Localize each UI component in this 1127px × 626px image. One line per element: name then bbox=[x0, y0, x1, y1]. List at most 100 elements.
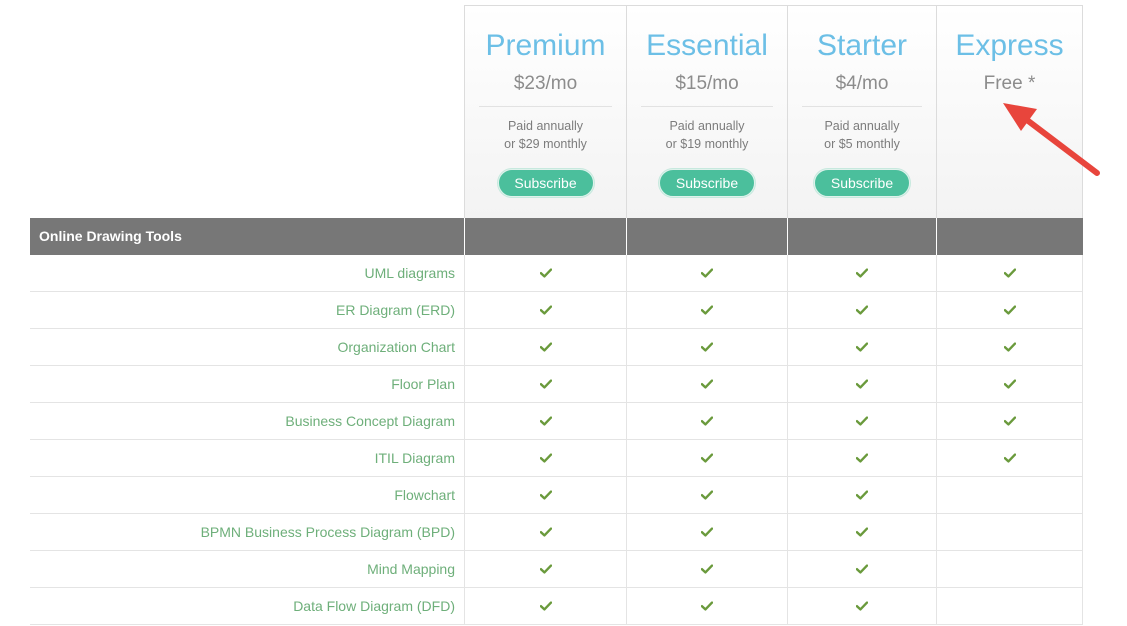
check-icon bbox=[1003, 416, 1016, 426]
feature-label[interactable]: Business Concept Diagram bbox=[30, 403, 455, 439]
check-icon bbox=[539, 490, 552, 500]
table-row: Mind Mapping bbox=[30, 551, 1083, 588]
feature-table: UML diagrams ER Diagram (ERD) Organization… bbox=[30, 255, 1083, 625]
divider bbox=[641, 106, 773, 107]
feature-cell bbox=[626, 551, 787, 587]
feature-label[interactable]: Flowchart bbox=[30, 477, 455, 513]
feature-cell bbox=[626, 440, 787, 476]
feature-cell bbox=[936, 403, 1083, 439]
plan-price: $4/mo bbox=[835, 73, 889, 94]
feature-cell bbox=[936, 551, 1083, 587]
feature-cell bbox=[787, 255, 936, 291]
plan-price: $23/mo bbox=[513, 73, 578, 94]
billing-note: Paid annually or $29 monthly bbox=[465, 117, 626, 153]
feature-cell bbox=[936, 477, 1083, 513]
feature-cell bbox=[626, 403, 787, 439]
pricing-comparison: Premium $23/mo Paid annually or $29 mont… bbox=[0, 0, 1127, 626]
divider bbox=[787, 218, 788, 255]
subscribe-button-starter[interactable]: Subscribe bbox=[814, 169, 910, 197]
divider bbox=[802, 106, 922, 107]
feature-cell bbox=[626, 292, 787, 328]
feature-cell bbox=[787, 477, 936, 513]
billing-note-line1: Paid annually bbox=[824, 119, 900, 133]
table-row: Data Flow Diagram (DFD) bbox=[30, 588, 1083, 625]
plan-name: Starter bbox=[816, 29, 908, 62]
feature-cell bbox=[936, 440, 1083, 476]
check-icon bbox=[539, 601, 552, 611]
plan-name: Essential bbox=[646, 29, 768, 62]
feature-cell bbox=[626, 514, 787, 550]
check-icon bbox=[856, 453, 868, 463]
feature-cell bbox=[787, 366, 936, 402]
feature-cell bbox=[787, 329, 936, 365]
plan-premium: Premium $23/mo Paid annually or $29 mont… bbox=[464, 5, 627, 218]
check-icon bbox=[856, 490, 868, 500]
feature-label[interactable]: Floor Plan bbox=[30, 366, 455, 402]
feature-label[interactable]: Organization Chart bbox=[30, 329, 455, 365]
check-icon bbox=[701, 379, 713, 389]
billing-note: Paid annually or $19 monthly bbox=[627, 117, 787, 153]
feature-label[interactable]: ITIL Diagram bbox=[30, 440, 455, 476]
feature-cell bbox=[626, 477, 787, 513]
table-row: Floor Plan bbox=[30, 366, 1083, 403]
feature-cell bbox=[787, 440, 936, 476]
feature-cell bbox=[936, 366, 1083, 402]
feature-label[interactable]: Mind Mapping bbox=[30, 551, 455, 587]
red-arrow-icon bbox=[1003, 103, 1100, 176]
feature-cell bbox=[936, 255, 1083, 291]
feature-cell bbox=[464, 329, 626, 365]
check-icon bbox=[539, 527, 552, 537]
divider bbox=[479, 106, 612, 107]
feature-label[interactable]: UML diagrams bbox=[30, 255, 455, 291]
divider bbox=[464, 218, 465, 255]
plan-price: Free * bbox=[983, 73, 1036, 94]
feature-cell bbox=[464, 292, 626, 328]
check-icon bbox=[539, 305, 552, 315]
check-icon bbox=[856, 601, 868, 611]
check-icon bbox=[539, 268, 552, 278]
check-icon bbox=[701, 490, 713, 500]
check-icon bbox=[539, 453, 552, 463]
table-row: UML diagrams bbox=[30, 255, 1083, 292]
feature-cell bbox=[626, 255, 787, 291]
feature-label[interactable]: BPMN Business Process Diagram (BPD) bbox=[30, 514, 455, 550]
check-icon bbox=[856, 527, 868, 537]
feature-cell bbox=[464, 514, 626, 550]
billing-note-line1: Paid annually bbox=[507, 119, 584, 133]
check-icon bbox=[701, 601, 713, 611]
feature-cell bbox=[936, 329, 1083, 365]
check-icon bbox=[856, 342, 868, 352]
subscribe-button-premium[interactable]: Subscribe bbox=[497, 169, 594, 197]
plan-starter: Starter $4/mo Paid annually or $5 monthl… bbox=[788, 5, 937, 218]
feature-cell bbox=[626, 366, 787, 402]
table-row: Organization Chart bbox=[30, 329, 1083, 366]
feature-cell bbox=[787, 292, 936, 328]
divider bbox=[626, 218, 627, 255]
billing-note-line1: Paid annually bbox=[669, 119, 745, 133]
feature-label[interactable]: Data Flow Diagram (DFD) bbox=[30, 588, 455, 624]
feature-cell bbox=[464, 477, 626, 513]
section-title: Online Drawing Tools bbox=[39, 228, 182, 244]
check-icon bbox=[701, 527, 713, 537]
feature-cell bbox=[787, 403, 936, 439]
plan-name: Premium bbox=[485, 29, 606, 62]
check-icon bbox=[856, 305, 868, 315]
check-icon bbox=[539, 379, 552, 389]
plan-price: $15/mo bbox=[675, 73, 739, 94]
check-icon bbox=[1003, 342, 1016, 352]
feature-cell bbox=[464, 440, 626, 476]
check-icon bbox=[701, 305, 713, 315]
check-icon bbox=[701, 342, 713, 352]
subscribe-button-essential[interactable]: Subscribe bbox=[659, 169, 755, 197]
divider bbox=[936, 218, 937, 255]
check-icon bbox=[701, 564, 713, 574]
check-icon bbox=[1003, 379, 1016, 389]
feature-cell bbox=[626, 329, 787, 365]
feature-cell bbox=[787, 514, 936, 550]
check-icon bbox=[856, 416, 868, 426]
table-row: Flowchart bbox=[30, 477, 1083, 514]
feature-label[interactable]: ER Diagram (ERD) bbox=[30, 292, 455, 328]
check-icon bbox=[701, 268, 713, 278]
table-row: ITIL Diagram bbox=[30, 440, 1083, 477]
table-row: Business Concept Diagram bbox=[30, 403, 1083, 440]
